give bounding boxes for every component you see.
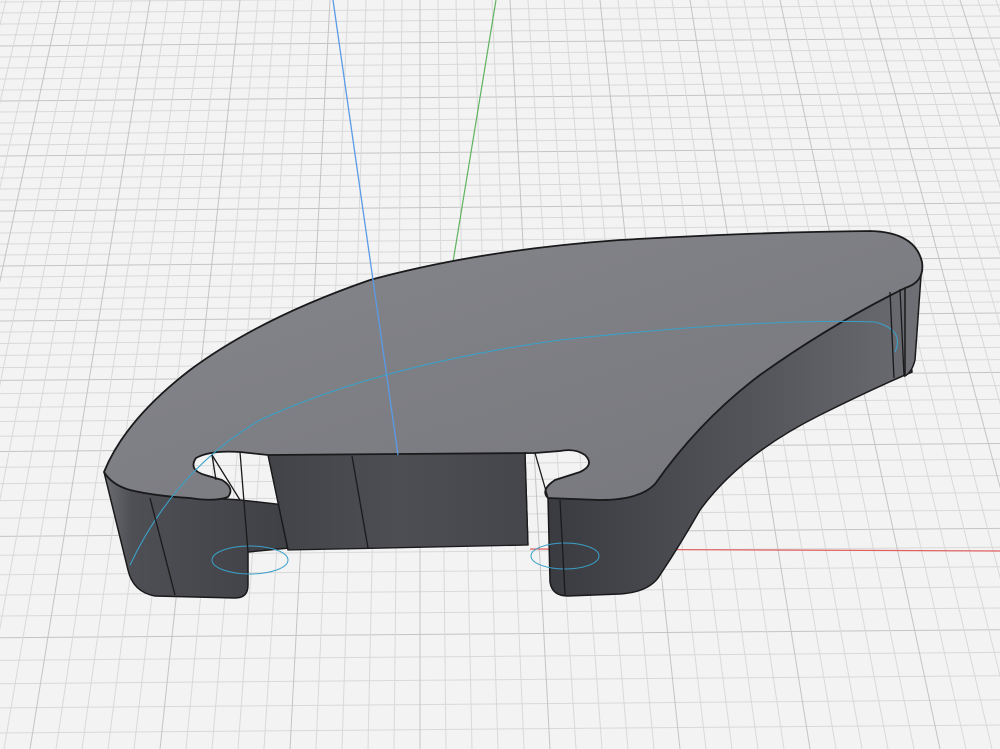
grid-line-horizontal xyxy=(0,629,1000,639)
grid-line-horizontal xyxy=(0,15,1000,25)
grid-line-horizontal xyxy=(0,213,1000,223)
grid-line-horizontal xyxy=(0,81,1000,91)
grid-line-horizontal xyxy=(0,103,1000,113)
grid-line-horizontal xyxy=(0,147,1000,157)
3d-viewport[interactable] xyxy=(0,0,1000,749)
y-axis-line xyxy=(452,0,497,263)
grid-line-horizontal xyxy=(0,125,1000,135)
grid-line-horizontal xyxy=(0,202,1000,212)
grid-line-horizontal xyxy=(0,92,1000,102)
grid-line-horizontal xyxy=(0,651,1000,661)
grid-line-horizontal xyxy=(0,158,1000,168)
grid-line-horizontal xyxy=(0,37,1000,47)
slot-back-wall xyxy=(267,451,529,551)
viewport-canvas[interactable] xyxy=(0,0,1000,749)
grid-line-vertical xyxy=(941,0,1000,189)
grid-line-horizontal xyxy=(0,26,1000,36)
grid-line-horizontal xyxy=(0,724,1000,734)
grid-line-horizontal xyxy=(0,48,1000,58)
grid-line-vertical xyxy=(977,0,1000,69)
grid-line-horizontal xyxy=(0,4,1000,14)
grid-line-vertical xyxy=(995,0,1000,14)
grid-line-horizontal xyxy=(0,699,1000,709)
grid-line-vertical xyxy=(923,0,1000,256)
grid-line-horizontal xyxy=(0,70,1000,80)
grid-line-vertical xyxy=(905,0,1000,328)
